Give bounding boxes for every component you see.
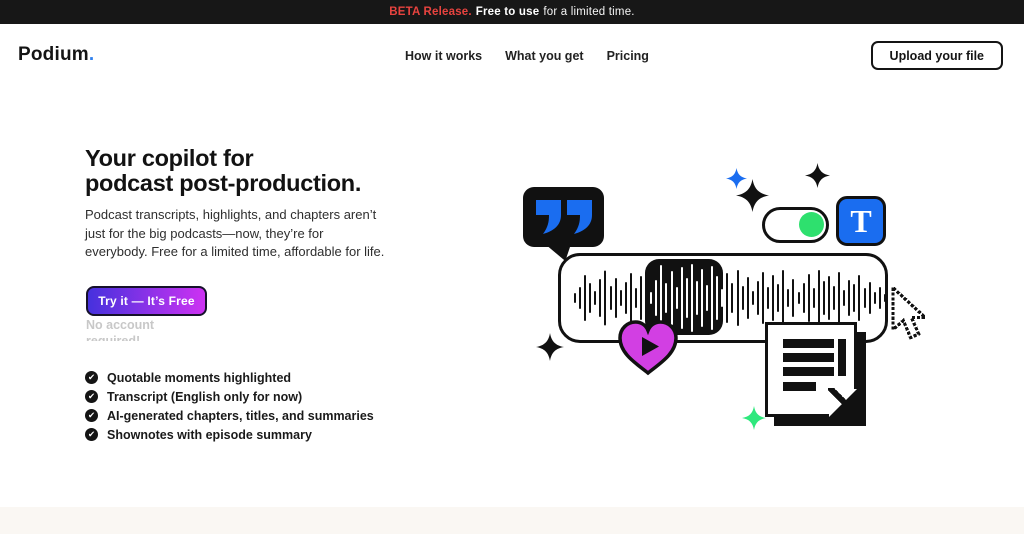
text-tool-icon: T bbox=[836, 196, 886, 246]
sparkle-black-small-icon bbox=[805, 163, 830, 188]
upload-file-button[interactable]: Upload your file bbox=[871, 41, 1003, 70]
list-item: ✔ Shownotes with episode summary bbox=[85, 428, 374, 441]
document-line bbox=[783, 367, 834, 376]
cursor-arrow-icon bbox=[888, 286, 930, 344]
hero-subtitle: Podcast transcripts, highlights, and cha… bbox=[85, 206, 388, 262]
document-line-vertical bbox=[838, 339, 846, 376]
header: Podium. How it works What you get Pricin… bbox=[0, 24, 1024, 88]
quote-glyph bbox=[566, 199, 593, 235]
list-item: ✔ Transcript (English only for now) bbox=[85, 390, 374, 403]
sparkle-green-icon bbox=[742, 406, 766, 430]
document-line bbox=[783, 339, 834, 348]
check-circle-icon: ✔ bbox=[85, 371, 98, 384]
feature-checklist: ✔ Quotable moments highlighted ✔ Transcr… bbox=[85, 371, 374, 441]
document-line bbox=[783, 353, 834, 362]
nav-pricing[interactable]: Pricing bbox=[607, 49, 649, 63]
toggle-knob bbox=[799, 212, 824, 237]
nav-what-you-get[interactable]: What you get bbox=[505, 49, 583, 63]
document-fold-edge bbox=[828, 388, 858, 418]
list-item: ✔ Quotable moments highlighted bbox=[85, 371, 374, 384]
list-item: ✔ AI-generated chapters, titles, and sum… bbox=[85, 409, 374, 422]
check-circle-icon: ✔ bbox=[85, 428, 98, 441]
hero-illustration: T bbox=[500, 150, 980, 450]
no-account-note: No account required! bbox=[86, 317, 186, 341]
logo-dot: . bbox=[89, 44, 94, 65]
toggle-switch-icon bbox=[762, 207, 829, 243]
announcement-rest-text: for a limited time. bbox=[543, 6, 634, 18]
sparkle-black-large-icon bbox=[736, 179, 769, 212]
main-nav: How it works What you get Pricing bbox=[405, 49, 649, 63]
document-line-short bbox=[783, 382, 816, 391]
beta-badge-text: BETA Release. bbox=[389, 6, 472, 18]
nav-how-it-works[interactable]: How it works bbox=[405, 49, 482, 63]
check-circle-icon: ✔ bbox=[85, 390, 98, 403]
logo[interactable]: Podium. bbox=[18, 44, 94, 66]
try-it-free-button[interactable]: Try it — It’s Free bbox=[86, 286, 207, 316]
quote-glyph bbox=[535, 199, 562, 235]
heart-play-icon bbox=[616, 318, 680, 378]
next-section-edge bbox=[0, 507, 1024, 534]
sparkle-black-bottom-icon bbox=[536, 333, 564, 361]
page-title: Your copilot for podcast post-production… bbox=[85, 146, 361, 196]
check-circle-icon: ✔ bbox=[85, 409, 98, 422]
announcement-bold-text: Free to use bbox=[476, 6, 540, 18]
announcement-bar: BETA Release. Free to use for a limited … bbox=[0, 0, 1024, 24]
document-icon bbox=[765, 322, 857, 417]
quote-bubble-icon bbox=[523, 187, 604, 247]
